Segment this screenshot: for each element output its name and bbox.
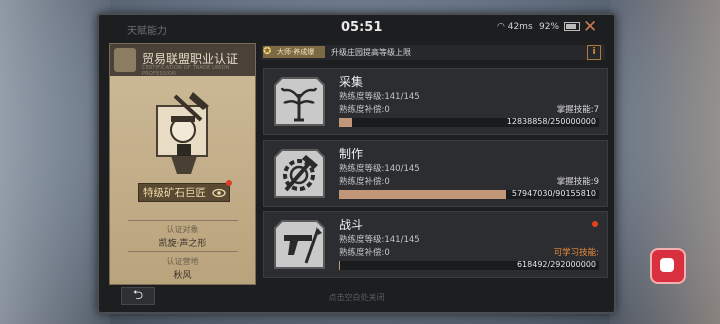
star-icon: ✪ bbox=[263, 46, 272, 57]
proficiency-compensation: 熟练度补偿:0 bbox=[339, 177, 390, 187]
profession-name: 战斗 bbox=[339, 218, 364, 232]
master-tag: 大师·养成爆 bbox=[263, 46, 325, 58]
proficiency-progress-bar: 618492/292000000 bbox=[339, 260, 599, 270]
proficiency-level: 熟练度等级:141/145 bbox=[339, 235, 420, 245]
certification-panel: 贸易联盟职业认证 CERTIFICATION OF TRADE UNION PR… bbox=[109, 43, 256, 285]
progress-text: 618492/292000000 bbox=[516, 260, 596, 269]
progress-fill bbox=[339, 261, 340, 270]
certification-subtitle: CERTIFICATION OF TRADE UNION PROFESSION bbox=[142, 65, 230, 77]
certification-badge[interactable]: 特级矿石巨匠 bbox=[138, 183, 230, 202]
info-button[interactable]: i bbox=[587, 45, 601, 60]
trade-union-logo-icon bbox=[114, 48, 136, 72]
progress-text: 57947030/90155810 bbox=[511, 189, 596, 198]
camp-label: 认证营地 bbox=[166, 257, 199, 266]
crafting-gear-hammer-icon bbox=[274, 149, 325, 198]
divider bbox=[128, 251, 238, 252]
floating-app-button[interactable] bbox=[650, 248, 686, 284]
gathering-plant-icon bbox=[274, 77, 325, 126]
profession-name: 采集 bbox=[339, 75, 364, 89]
level-cap-hint: 升级庄园提高等级上限 bbox=[331, 48, 411, 57]
proficiency-level: 熟练度等级:141/145 bbox=[339, 92, 420, 102]
network-status: ◠ 42ms bbox=[497, 22, 533, 32]
battery-status: 92% bbox=[539, 22, 580, 32]
level-cap-header: 大师·养成爆 ✪ 升级庄园提高等级上限 i bbox=[261, 45, 605, 60]
progress-fill bbox=[339, 118, 353, 127]
divider bbox=[128, 220, 238, 221]
proficiency-level: 熟练度等级:140/145 bbox=[339, 164, 420, 174]
profession-card-crafting[interactable]: 制作 熟练度等级:140/145 熟练度补偿:0 掌握技能:9 57947030… bbox=[263, 140, 608, 207]
ping-value: 42ms bbox=[507, 22, 533, 32]
master-tag-label: 大师·养成爆 bbox=[277, 48, 315, 56]
status-bar: 天赋能力 05:51 ◠ 42ms 92% ✕ bbox=[99, 15, 614, 41]
proficiency-compensation: 熟练度补偿:0 bbox=[339, 248, 390, 258]
background-left bbox=[0, 0, 110, 324]
progress-text: 12838858/250000000 bbox=[506, 117, 596, 126]
skills-mastered: 掌握技能:9 bbox=[556, 177, 599, 187]
battery-value: 92% bbox=[539, 22, 560, 32]
proficiency-progress-bar: 57947030/90155810 bbox=[339, 189, 599, 199]
wifi-icon: ◠ bbox=[497, 22, 505, 32]
badge-title: 特级矿石巨匠 bbox=[143, 187, 206, 199]
miner-figure-icon bbox=[156, 92, 209, 174]
target-label: 认证对象 bbox=[166, 225, 199, 234]
target-value: 凯旋·声之形 bbox=[158, 239, 207, 249]
progress-fill bbox=[339, 190, 507, 199]
skills-mastered: 掌握技能:7 bbox=[556, 105, 599, 115]
profession-card-combat[interactable]: 战斗 熟练度等级:141/145 熟练度补偿:0 可学习技能: 618492/2… bbox=[263, 211, 608, 278]
proficiency-compensation: 熟练度补偿:0 bbox=[339, 105, 390, 115]
notification-dot bbox=[226, 180, 232, 186]
camp-value: 秋风 bbox=[173, 271, 192, 281]
combat-weapons-icon bbox=[274, 220, 325, 269]
close-hint: 点击空白处关闭 bbox=[328, 293, 385, 302]
learnable-skills: 可学习技能: bbox=[553, 248, 599, 258]
battery-icon bbox=[563, 22, 580, 31]
profession-certification-modal: 天赋能力 05:51 ◠ 42ms 92% ✕ 贸易联盟职业认证 CERTIFI… bbox=[97, 13, 616, 314]
screen-title: 天赋能力 bbox=[127, 26, 167, 37]
notification-dot bbox=[592, 221, 598, 227]
proficiency-progress-bar: 12838858/250000000 bbox=[339, 117, 599, 127]
profession-card-gathering[interactable]: 采集 熟练度等级:141/145 熟练度补偿:0 掌握技能:7 12838858… bbox=[263, 68, 608, 135]
close-button[interactable]: ✕ bbox=[583, 17, 597, 37]
certification-header: 贸易联盟职业认证 CERTIFICATION OF TRADE UNION PR… bbox=[110, 44, 255, 77]
clock: 05:51 bbox=[341, 20, 383, 35]
profession-name: 制作 bbox=[339, 147, 364, 161]
eye-icon[interactable] bbox=[212, 186, 226, 200]
